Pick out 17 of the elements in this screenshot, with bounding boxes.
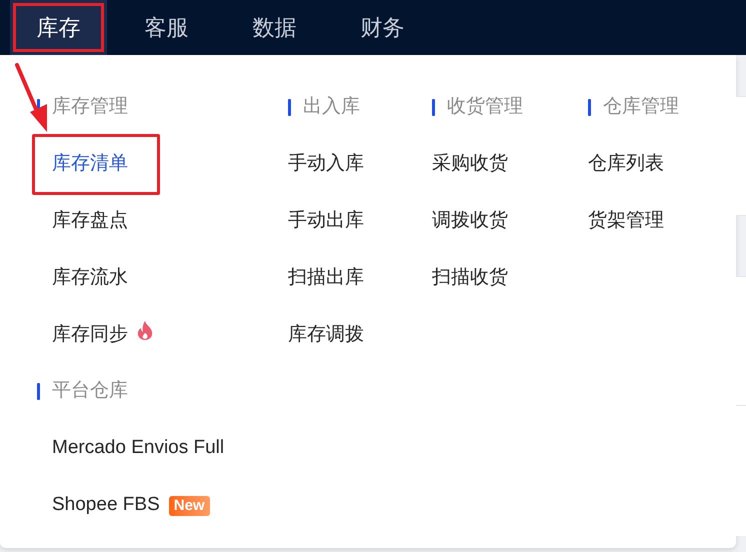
flame-icon bbox=[137, 320, 153, 340]
group-heading: 收货管理 bbox=[447, 94, 523, 119]
heading-accent-bar bbox=[288, 98, 291, 116]
group-heading: 库存管理 bbox=[52, 94, 128, 119]
nav-tab[interactable]: 客服 bbox=[118, 0, 215, 55]
nav-tab[interactable]: 数据 bbox=[226, 0, 323, 55]
heading-accent-bar bbox=[37, 382, 40, 400]
nav-tab[interactable]: 库存 bbox=[10, 0, 107, 55]
group-heading: 平台仓库 bbox=[52, 378, 128, 403]
heading-accent-bar bbox=[588, 98, 591, 116]
group-heading: 仓库管理 bbox=[603, 94, 679, 119]
group-heading: 出入库 bbox=[303, 94, 360, 119]
heading-accent-bar bbox=[432, 98, 435, 116]
nav-tab[interactable]: 财务 bbox=[334, 0, 431, 55]
new-badge: New bbox=[168, 496, 210, 516]
menu-item[interactable]: 库存清单 bbox=[32, 134, 160, 195]
pointer-arrow bbox=[14, 62, 50, 134]
